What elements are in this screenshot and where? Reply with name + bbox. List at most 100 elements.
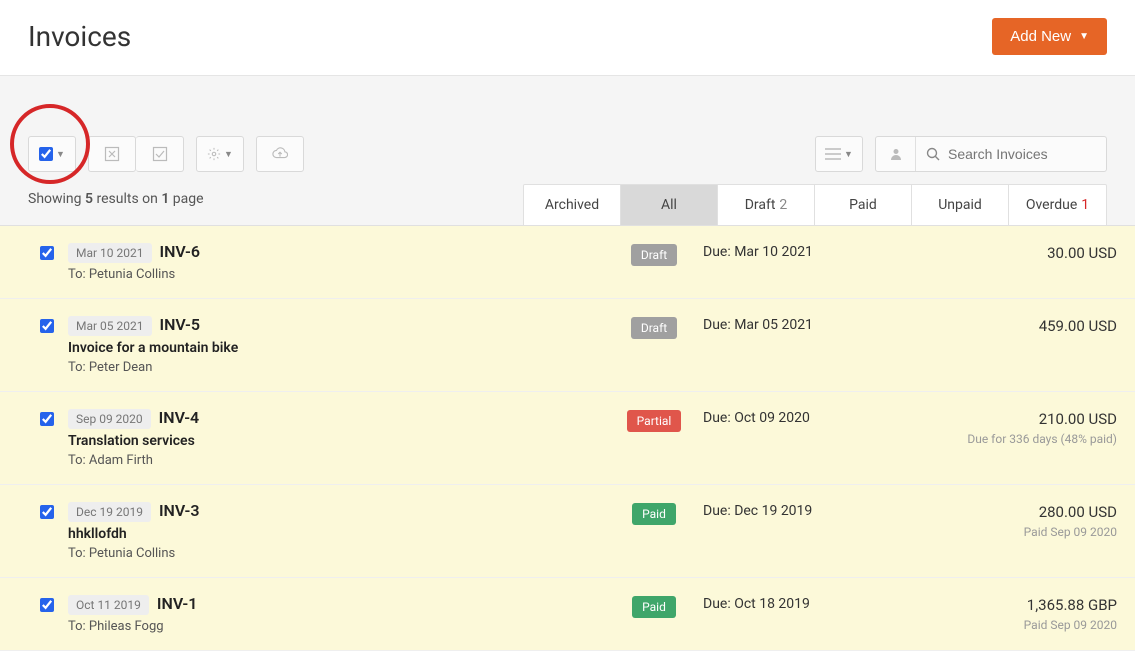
amount: 1,365.88 GBP — [927, 596, 1117, 614]
tab-paid[interactable]: Paid — [815, 185, 912, 225]
tab-label: Paid — [849, 197, 877, 213]
invoice-date: Dec 19 2019 — [68, 502, 151, 522]
caret-down-icon: ▼ — [844, 149, 853, 159]
tab-count: 1 — [1081, 197, 1089, 213]
amount-sub: Paid Sep 09 2020 — [927, 525, 1117, 539]
tab-unpaid[interactable]: Unpaid — [912, 185, 1009, 225]
search-input[interactable] — [916, 146, 1106, 162]
invoice-row[interactable]: Dec 19 2019 INV-3 hhkllofdh To: Petunia Col… — [0, 485, 1135, 578]
status-col: Paid — [619, 501, 689, 525]
row-main: Oct 11 2019 INV-1 To: Phileas Fogg — [68, 594, 605, 634]
due-date: Due: Dec 19 2019 — [703, 501, 913, 519]
row-checkbox[interactable] — [40, 412, 54, 426]
add-new-label: Add New — [1010, 28, 1071, 45]
invoice-number: INV-4 — [159, 408, 200, 427]
row-main: Dec 19 2019 INV-3 hhkllofdh To: Petunia Col… — [68, 501, 605, 561]
cloud-icon — [272, 147, 288, 161]
status-badge: Draft — [631, 317, 677, 339]
invoice-number: INV-6 — [160, 242, 201, 261]
row-checkbox[interactable] — [40, 319, 54, 333]
actions-dropdown[interactable]: ▼ — [196, 136, 244, 172]
due-date: Due: Mar 05 2021 — [703, 315, 913, 333]
search-group — [875, 136, 1107, 172]
row-checkbox[interactable] — [40, 598, 54, 612]
view-options-dropdown[interactable]: ▼ — [815, 136, 863, 172]
invoice-recipient: To: Petunia Collins — [68, 546, 605, 561]
person-icon — [889, 147, 903, 161]
status-badge: Paid — [632, 503, 676, 525]
caret-down-icon: ▼ — [1079, 31, 1089, 42]
add-new-button[interactable]: Add New ▼ — [992, 18, 1107, 55]
approve-button[interactable] — [136, 136, 184, 172]
tab-label: Draft — [745, 197, 776, 213]
invoice-row[interactable]: Mar 10 2021 INV-6 To: Petunia Collins Draft… — [0, 226, 1135, 299]
status-badge: Draft — [631, 244, 677, 266]
select-all-dropdown[interactable]: ▼ — [28, 136, 76, 172]
invoice-number: INV-1 — [157, 594, 198, 613]
amount-col: 459.00 USD — [927, 315, 1117, 335]
filter-tabs: Archived All Draft2 Paid Unpaid Overdue1 — [523, 184, 1107, 225]
caret-down-icon: ▼ — [224, 149, 233, 159]
tab-label: All — [661, 197, 677, 213]
delete-button[interactable] — [88, 136, 136, 172]
tab-draft[interactable]: Draft2 — [718, 185, 815, 225]
amount-sub: Due for 336 days (48% paid) — [927, 432, 1117, 446]
row-main: Sep 09 2020 INV-4 Translation services To: … — [68, 408, 605, 468]
due-date: Due: Mar 10 2021 — [703, 242, 913, 260]
amount: 459.00 USD — [927, 317, 1117, 335]
invoice-subject: hhkllofdh — [68, 526, 605, 542]
amount-col: 1,365.88 GBP Paid Sep 09 2020 — [927, 594, 1117, 632]
row-main: Mar 10 2021 INV-6 To: Petunia Collins — [68, 242, 605, 282]
invoice-recipient: To: Phileas Fogg — [68, 619, 605, 634]
amount-col: 280.00 USD Paid Sep 09 2020 — [927, 501, 1117, 539]
invoice-number: INV-5 — [160, 315, 201, 334]
page-title: Invoices — [28, 20, 131, 53]
invoice-list: Mar 10 2021 INV-6 To: Petunia Collins Draft… — [0, 225, 1135, 651]
amount: 210.00 USD — [927, 410, 1117, 428]
status-badge: Paid — [632, 596, 676, 618]
status-col: Draft — [619, 315, 689, 339]
search-user-filter[interactable] — [876, 137, 916, 171]
tab-label: Unpaid — [938, 197, 982, 213]
tab-archived[interactable]: Archived — [524, 185, 621, 225]
status-badge: Partial — [627, 410, 682, 432]
gear-icon — [207, 147, 221, 161]
invoice-number: INV-3 — [159, 501, 200, 520]
invoice-date: Mar 05 2021 — [68, 316, 152, 336]
tab-count: 2 — [779, 197, 787, 213]
status-col: Partial — [619, 408, 689, 432]
tab-all[interactable]: All — [621, 185, 718, 225]
invoice-date: Mar 10 2021 — [68, 243, 152, 263]
row-checkbox[interactable] — [40, 505, 54, 519]
list-icon — [825, 148, 841, 160]
amount: 30.00 USD — [927, 244, 1117, 262]
invoice-row[interactable]: Sep 09 2020 INV-4 Translation services To: … — [0, 392, 1135, 485]
caret-down-icon: ▼ — [56, 149, 65, 159]
due-date: Due: Oct 18 2019 — [703, 594, 913, 612]
invoice-recipient: To: Petunia Collins — [68, 267, 605, 282]
export-button[interactable] — [256, 136, 304, 172]
invoice-row[interactable]: Mar 05 2021INV-5Invoice for a mountain b… — [0, 299, 1135, 392]
invoice-date: Oct 11 2019 — [68, 595, 149, 615]
row-checkbox[interactable] — [40, 246, 54, 260]
amount-col: 30.00 USD — [927, 242, 1117, 262]
results-summary: Showing 5 results on 1 page — [28, 191, 204, 225]
tab-label: Overdue — [1026, 197, 1077, 213]
row-main: Mar 05 2021INV-5Invoice for a mountain b… — [68, 315, 605, 375]
invoice-recipient: To: Adam Firth — [68, 453, 605, 468]
tab-overdue[interactable]: Overdue1 — [1009, 185, 1106, 225]
amount-col: 210.00 USD Due for 336 days (48% paid) — [927, 408, 1117, 446]
invoice-recipient: To: Peter Dean — [68, 360, 605, 375]
due-date: Due: Oct 09 2020 — [703, 408, 913, 426]
status-col: Draft — [619, 242, 689, 266]
check-square-icon — [152, 146, 168, 162]
invoice-row[interactable]: Oct 11 2019 INV-1 To: Phileas Fogg Paid Due:… — [0, 578, 1135, 651]
x-square-icon — [104, 146, 120, 162]
amount: 280.00 USD — [927, 503, 1117, 521]
invoice-subject: Translation services — [68, 433, 605, 449]
select-all-checkbox[interactable] — [39, 147, 53, 161]
tab-label: Archived — [545, 197, 599, 213]
status-col: Paid — [619, 594, 689, 618]
amount-sub: Paid Sep 09 2020 — [927, 618, 1117, 632]
invoice-date: Sep 09 2020 — [68, 409, 151, 429]
